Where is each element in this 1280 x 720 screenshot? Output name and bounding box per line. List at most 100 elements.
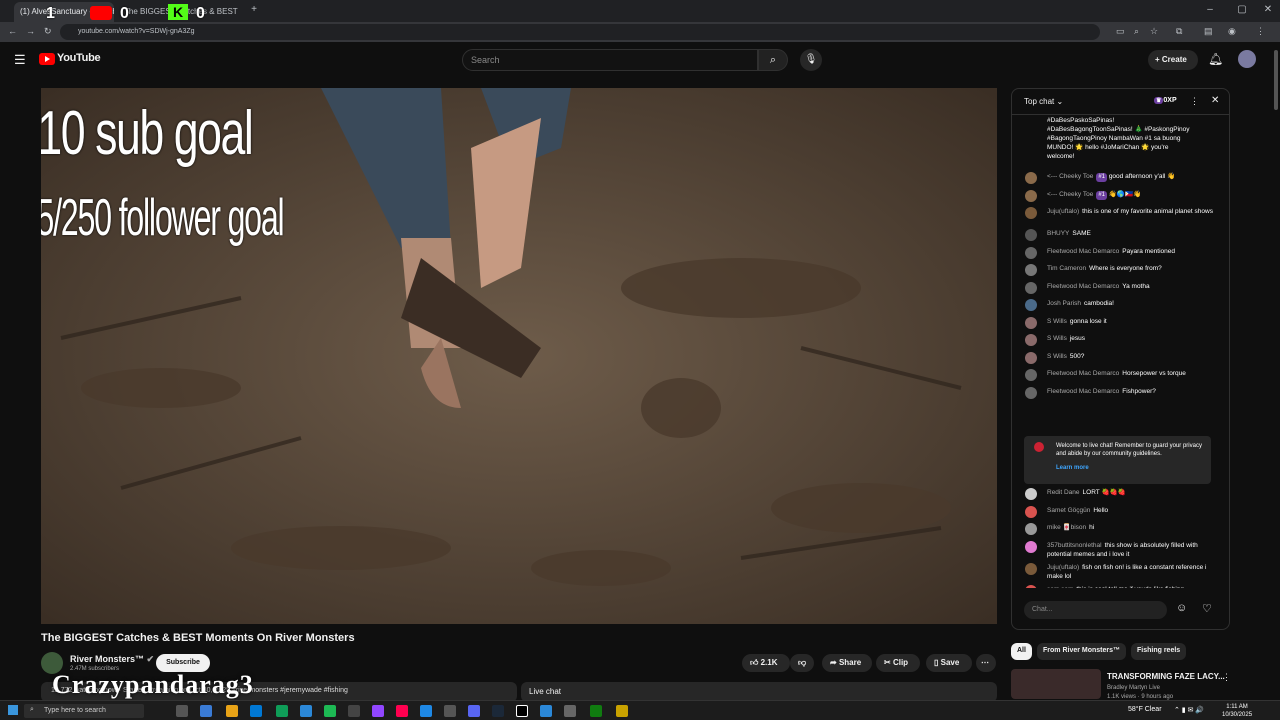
- youtube-logo-text[interactable]: YouTube: [57, 52, 101, 64]
- scrollbar-thumb[interactable]: [1274, 50, 1278, 110]
- chip-all[interactable]: All: [1011, 643, 1032, 660]
- sidebar-icon[interactable]: ▤: [1204, 26, 1213, 37]
- chat-author[interactable]: Tim Cameron: [1047, 265, 1086, 272]
- zoom-icon[interactable]: ⌕: [1134, 26, 1139, 37]
- channel-name[interactable]: River Monsters™ ✔: [70, 654, 154, 665]
- emoji-icon[interactable]: ☺: [1176, 602, 1187, 614]
- system-tray-icons[interactable]: ⌃ ▮ ✉ 🔊: [1174, 706, 1204, 714]
- chip-fishing-reels[interactable]: Fishing reels: [1131, 643, 1187, 660]
- chat-message[interactable]: S Wills 500?: [1012, 351, 1224, 364]
- reload-icon[interactable]: ↻: [44, 26, 52, 37]
- close-chat-icon[interactable]: ✕: [1211, 95, 1219, 106]
- user-avatar[interactable]: [1025, 562, 1037, 575]
- chat-menu-dots-icon[interactable]: ⋮: [1190, 96, 1199, 107]
- chat-author[interactable]: Fleetwood Mac Demarco: [1047, 248, 1119, 255]
- app-icon[interactable]: [348, 705, 360, 717]
- user-avatar[interactable]: [1025, 172, 1037, 184]
- learn-more-link[interactable]: Learn more: [1056, 464, 1203, 472]
- chat-message[interactable]: sam samthis is cool tell me if youds lik…: [1012, 584, 1224, 588]
- related-video-title[interactable]: TRANSFORMING FAZE LACY...: [1107, 672, 1225, 681]
- chat-message[interactable]: Tim Cameron Where is everyone from?: [1012, 264, 1224, 276]
- windows-start-icon[interactable]: [8, 705, 18, 715]
- chat-message[interactable]: mike 🀄bison hi: [1012, 523, 1224, 535]
- points-badge[interactable]: ♛ 0XP: [1154, 97, 1177, 104]
- chat-message[interactable]: 357buttitsnonlethal this show is absolute…: [1012, 540, 1224, 559]
- live-chat-toggle[interactable]: Live chat: [521, 682, 997, 702]
- tiktok-icon[interactable]: [396, 705, 408, 717]
- url-field[interactable]: youtube.com/watch?v=SDWj-gnA3Zg: [60, 24, 1100, 40]
- task-view-icon[interactable]: [176, 705, 188, 717]
- heart-icon[interactable]: ♡: [1202, 602, 1212, 615]
- search-button[interactable]: ⌕: [758, 49, 788, 71]
- app-icon[interactable]: [200, 705, 212, 717]
- hamburger-menu-icon[interactable]: ☰: [14, 52, 26, 68]
- chat-author[interactable]: mike 🀄bison: [1047, 524, 1086, 531]
- chat-message[interactable]: Fleetwood Mac Demarco Horsepower vs torqu…: [1012, 369, 1224, 381]
- chat-author[interactable]: Juju(uftalo): [1047, 208, 1079, 215]
- back-icon[interactable]: ←: [8, 26, 17, 36]
- chat-author[interactable]: S Wills: [1047, 335, 1067, 342]
- app-icon[interactable]: [564, 705, 576, 717]
- user-avatar[interactable]: [1025, 264, 1037, 276]
- user-avatar[interactable]: [1025, 316, 1037, 329]
- weather-widget[interactable]: 58°F Clear: [1128, 706, 1162, 713]
- user-avatar[interactable]: [1025, 369, 1037, 381]
- youtube-logo-icon[interactable]: [39, 53, 55, 65]
- twitch-icon[interactable]: [372, 705, 384, 717]
- maximize-icon[interactable]: ▢: [1232, 4, 1252, 15]
- chat-author[interactable]: Redit Dane: [1047, 489, 1080, 496]
- taskbar-search-input[interactable]: ⌕ Type here to search: [24, 704, 144, 718]
- app-icon[interactable]: [444, 705, 456, 717]
- chat-author[interactable]: <--- Cheeky Toe: [1047, 191, 1093, 198]
- like-button[interactable]: 👍︎ 2.1K: [742, 654, 790, 672]
- app-icon[interactable]: [540, 705, 552, 717]
- chat-message[interactable]: Redit Dane LORT 🍓🍓🍓: [1012, 488, 1224, 500]
- video-player[interactable]: 1/10 sub goal 165/250 follower goal: [41, 88, 997, 624]
- chat-message[interactable]: <--- Cheeky Toe #1 good afternoon y'all 👋: [1012, 172, 1224, 184]
- steam-icon[interactable]: [492, 705, 504, 717]
- user-avatar[interactable]: [1025, 189, 1037, 202]
- bookmark-star-icon[interactable]: ☆: [1150, 26, 1158, 37]
- chat-message[interactable]: Fleetwood Mac Demarco Fishpower?: [1012, 386, 1224, 399]
- forward-icon[interactable]: →: [26, 26, 35, 36]
- chat-message[interactable]: <--- Cheeky Toe #1 👋🌎🇵🇭👋: [1012, 189, 1224, 202]
- voice-search-button[interactable]: 🎙: [800, 49, 822, 71]
- user-avatar[interactable]: [1025, 207, 1037, 219]
- chat-author[interactable]: <--- Cheeky Toe: [1047, 173, 1093, 180]
- app-icon[interactable]: [276, 705, 288, 717]
- chat-author[interactable]: 357buttitsnonlethal: [1047, 542, 1102, 549]
- more-actions-icon[interactable]: ⋯: [976, 654, 996, 672]
- share-button[interactable]: ➦ Share: [822, 654, 872, 672]
- chat-message[interactable]: Fleetwood Mac Demarco Ya motha: [1012, 281, 1224, 294]
- discord-icon[interactable]: [468, 705, 480, 717]
- user-avatar[interactable]: [1025, 386, 1037, 399]
- user-avatar[interactable]: [1025, 584, 1037, 588]
- chat-author[interactable]: Samet Göçgün: [1047, 507, 1090, 514]
- profile-icon[interactable]: ◉: [1228, 26, 1236, 37]
- menu-dots-icon[interactable]: ⋮: [1256, 26, 1265, 37]
- user-avatar[interactable]: [1025, 281, 1037, 294]
- chat-message[interactable]: Fleetwood Mac Demarco Payara mentioned: [1012, 246, 1224, 259]
- cast-icon[interactable]: ▭: [1116, 26, 1125, 37]
- chat-mode-dropdown[interactable]: Top chat ⌄: [1024, 97, 1063, 106]
- page-scrollbar[interactable]: [1272, 42, 1280, 700]
- edge-browser-icon[interactable]: [300, 705, 312, 717]
- chat-message[interactable]: Juju(uftalo) this is one of my favorite a…: [1012, 207, 1224, 219]
- minimize-icon[interactable]: –: [1200, 4, 1220, 15]
- related-menu-dots-icon[interactable]: ⋮: [1222, 672, 1231, 683]
- app-icon[interactable]: [250, 705, 262, 717]
- chip-from-channel[interactable]: From River Monsters™: [1037, 643, 1127, 660]
- chat-author[interactable]: Josh Parish: [1047, 300, 1081, 307]
- app-icon[interactable]: [616, 705, 628, 717]
- user-avatar[interactable]: [1025, 540, 1037, 553]
- chat-author[interactable]: S Wills: [1047, 318, 1067, 325]
- chat-message[interactable]: Josh Parish cambodia!: [1012, 299, 1224, 311]
- search-input[interactable]: Search: [462, 49, 758, 71]
- chat-author[interactable]: Juju(uftalo): [1047, 564, 1079, 571]
- avatar[interactable]: [1238, 50, 1256, 68]
- user-avatar[interactable]: [1025, 299, 1037, 311]
- user-avatar[interactable]: [1025, 229, 1037, 241]
- extensions-icon[interactable]: ⧉: [1176, 26, 1182, 37]
- clip-button[interactable]: ✂ Clip: [876, 654, 920, 672]
- user-avatar[interactable]: [1025, 488, 1037, 500]
